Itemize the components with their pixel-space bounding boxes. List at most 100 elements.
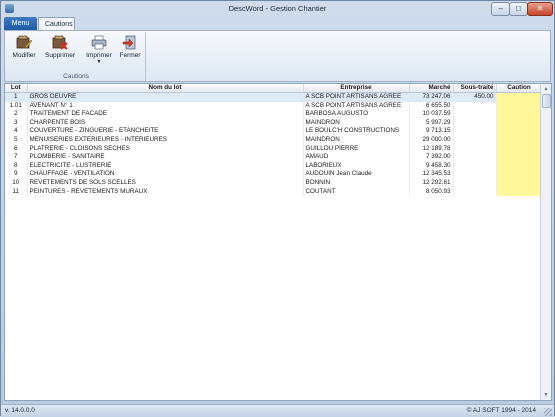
cell-caution[interactable]: [496, 153, 543, 162]
modifier-label: Modifier: [12, 52, 36, 59]
table-row[interactable]: 9 CHAUFFAGE - VENTILATION AUDOUIN Jean Cla…: [5, 170, 543, 179]
table-header-row: Lot Nom du lot Entreprise Marché Sous-tr…: [5, 84, 543, 93]
table-row[interactable]: 4 COUVERTURE - ZINGUERIE - ETANCHEITE LE B…: [5, 127, 543, 136]
cell-nom: GROS OEUVRE: [27, 92, 304, 102]
cell-sous-traite: [453, 170, 497, 179]
table-row[interactable]: 6 PLATRERIE - CLOISONS SECHES GUILLOU PIER…: [5, 144, 543, 154]
cell-marche: 6 655.50: [409, 101, 454, 111]
table-row[interactable]: 7 PLOMBERIE - SANITAIRE AMAUD 7 392.00: [5, 153, 543, 162]
cell-entreprise: AUDOUIN Jean Claude: [303, 170, 410, 179]
close-window-button[interactable]: ✕: [527, 2, 553, 16]
cell-marche: 7 392.00: [409, 153, 454, 162]
cell-caution[interactable]: [496, 161, 543, 171]
cell-caution[interactable]: [496, 92, 543, 102]
cell-nom: TRAITEMENT DE FACADE: [27, 110, 304, 119]
cell-caution[interactable]: [496, 118, 543, 128]
table-row[interactable]: 2 TRAITEMENT DE FACADE BARBOSA AUGUSTO 10 0…: [5, 110, 543, 119]
supprimer-label: Supprimer: [45, 52, 75, 59]
cell-sous-traite: [453, 135, 497, 145]
fermer-button[interactable]: Fermer: [117, 34, 143, 70]
cell-entreprise: LE BOULC'H CONSTRUCTIONS: [303, 127, 410, 136]
cell-marche: 12 189.78: [409, 144, 454, 154]
edit-icon: [16, 35, 33, 50]
cell-marche: 9 458.30: [409, 161, 454, 171]
cell-nom: PLATRERIE - CLOISONS SECHES: [27, 144, 304, 154]
tab-cautions[interactable]: Cautions: [38, 17, 75, 30]
cell-entreprise: MAINDRON: [303, 118, 410, 128]
supprimer-button[interactable]: Supprimer: [43, 34, 77, 70]
table-row[interactable]: 10 REVETEMENTS DE SOLS SCELLES BONNIN 12 29…: [5, 178, 543, 188]
cell-caution[interactable]: [496, 144, 543, 154]
status-bar: v. 14.0.0.0 © AJ SOFT 1994 - 2014: [1, 404, 554, 417]
imprimer-button[interactable]: Imprimer ▼: [83, 34, 115, 70]
vertical-scrollbar[interactable]: ▲ ▼: [540, 84, 551, 400]
cell-caution[interactable]: [496, 187, 543, 197]
cell-lot: 1.01: [5, 101, 28, 111]
col-header-sous-traite[interactable]: Sous-traité: [453, 84, 497, 93]
copyright-text: © AJ SOFT 1994 - 2014: [466, 407, 536, 414]
cell-sous-traite: [453, 144, 497, 154]
cell-caution[interactable]: [496, 178, 543, 188]
title-bar: DescWord - Gestion Chantier – □ ✕: [1, 1, 554, 17]
cell-lot: 10: [5, 178, 28, 188]
cell-sous-traite: [453, 161, 497, 171]
cell-nom: PEINTURES - REVETEMENTS MURAUX: [27, 187, 304, 197]
cell-lot: 5: [5, 135, 28, 145]
scroll-up-icon[interactable]: ▲: [542, 85, 550, 93]
cell-sous-traite: [453, 118, 497, 128]
cell-sous-traite: [453, 178, 497, 188]
cell-sous-traite: [453, 127, 497, 136]
cell-entreprise: AMAUD: [303, 153, 410, 162]
cell-sous-traite: [453, 101, 497, 111]
app-icon: [5, 4, 14, 13]
cell-entreprise: A SCB POINT ARTISANS AGREE: [303, 92, 410, 102]
table-row[interactable]: 1 GROS OEUVRE A SCB POINT ARTISANS AGREE 73…: [5, 92, 543, 102]
cell-nom: MENUISERIES EXTERIEURES - INTERIEURES: [27, 135, 304, 145]
cell-marche: 12 292.61: [409, 178, 454, 188]
col-header-caution[interactable]: Caution: [496, 84, 543, 93]
minimize-button[interactable]: –: [491, 2, 510, 16]
col-header-entreprise[interactable]: Entreprise: [303, 84, 410, 93]
cell-entreprise: GUILLOU PIERRE: [303, 144, 410, 154]
scroll-down-icon[interactable]: ▼: [542, 391, 550, 399]
cell-caution[interactable]: [496, 135, 543, 145]
delete-icon: [52, 35, 68, 50]
scrollbar-thumb[interactable]: [542, 94, 551, 108]
resize-grip[interactable]: [544, 408, 552, 416]
col-header-nom[interactable]: Nom du lot: [27, 84, 304, 93]
version-text: v. 14.0.0.0: [5, 407, 35, 414]
cell-entreprise: BONNIN: [303, 178, 410, 188]
maximize-button[interactable]: □: [509, 2, 528, 16]
table-row[interactable]: 8 ELECTRICITE - LUSTRERIE LABORIEUX 9 458.3…: [5, 161, 543, 171]
col-header-marche[interactable]: Marché: [409, 84, 454, 93]
col-header-lot[interactable]: Lot: [5, 84, 28, 93]
cell-nom: CHARPENTE BOIS: [27, 118, 304, 128]
table-row[interactable]: 5 MENUISERIES EXTERIEURES - INTERIEURES MA…: [5, 135, 543, 145]
cell-lot: 7: [5, 153, 28, 162]
table-row[interactable]: 11 PEINTURES - REVETEMENTS MURAUX COUTANT 8…: [5, 187, 543, 197]
table-row[interactable]: 3 CHARPENTE BOIS MAINDRON 5 997.29: [5, 118, 543, 128]
cell-caution[interactable]: [496, 127, 543, 136]
cell-caution[interactable]: [496, 110, 543, 119]
cell-caution[interactable]: [496, 170, 543, 179]
fermer-label: Fermer: [119, 52, 141, 59]
cell-lot: 3: [5, 118, 28, 128]
cell-sous-traite: [453, 153, 497, 162]
cell-sous-traite: [453, 187, 497, 197]
cell-marche: 10 037.59: [409, 110, 454, 119]
cell-nom: PLOMBERIE - SANITAIRE: [27, 153, 304, 162]
tab-menu[interactable]: Menu: [4, 17, 37, 30]
cell-sous-traite: [453, 110, 497, 119]
cell-marche: 9 713.15: [409, 127, 454, 136]
modifier-button[interactable]: Modifier: [9, 34, 39, 70]
cell-entreprise: LABORIEUX: [303, 161, 410, 171]
cell-marche: 29 000.00: [409, 135, 454, 145]
cell-entreprise: BARBOSA AUGUSTO: [303, 110, 410, 119]
cell-caution[interactable]: [496, 101, 543, 111]
cell-marche: 12 345.53: [409, 170, 454, 179]
ribbon: Modifier Supprimer Imprimer ▼ Fermer Cau…: [4, 30, 551, 82]
cell-lot: 2: [5, 110, 28, 119]
cell-nom: CHAUFFAGE - VENTILATION: [27, 170, 304, 179]
table-row[interactable]: 1.01 AVENANT N° 1A SCB POINT ARTISANS AGR…: [5, 101, 543, 111]
cell-entreprise: A SCB POINT ARTISANS AGREE: [303, 101, 410, 111]
